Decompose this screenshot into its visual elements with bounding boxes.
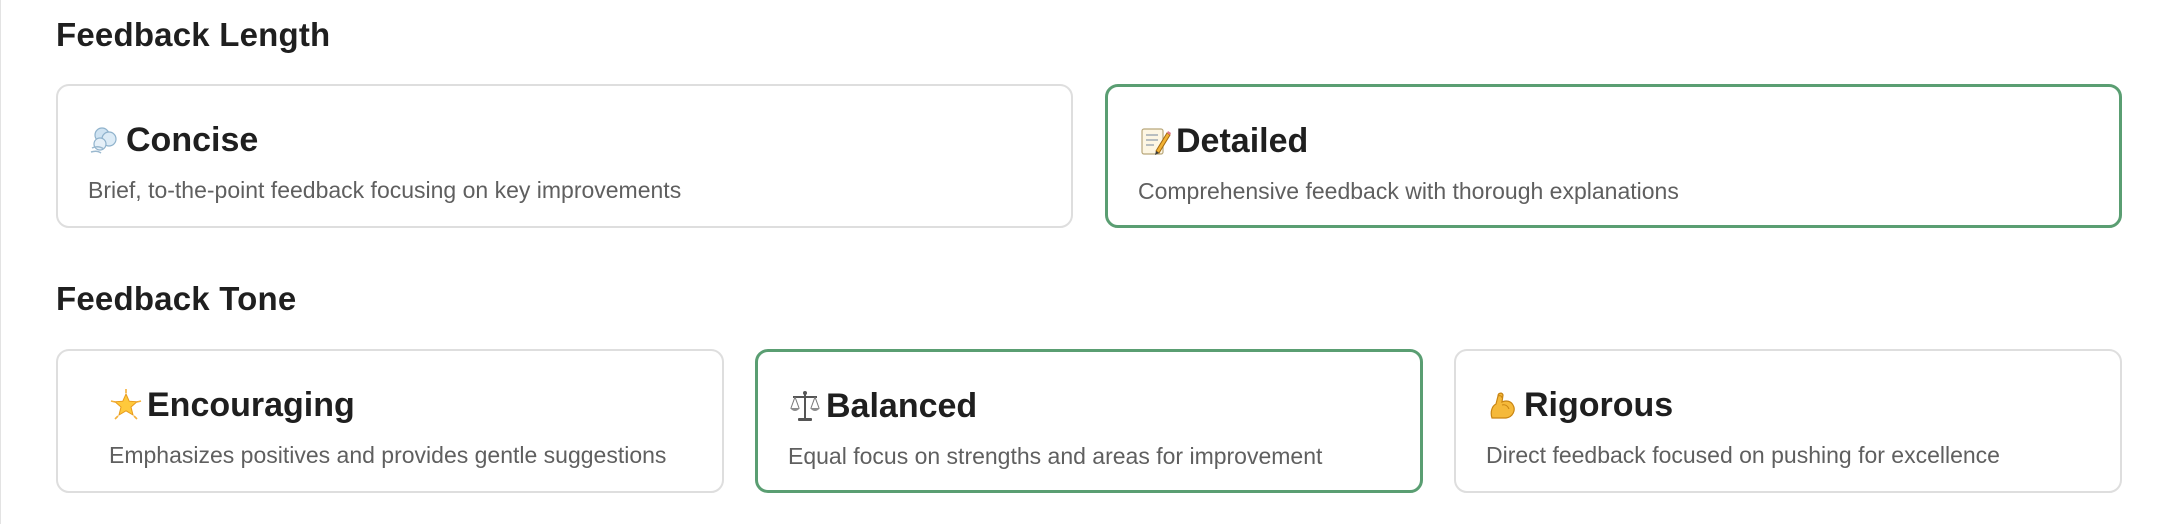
option-title: Concise	[126, 120, 259, 159]
balance-scale-icon	[788, 389, 822, 423]
feedback-length-heading: Feedback Length	[56, 16, 331, 53]
length-option-concise[interactable]: Concise Brief, to-the-point feedback foc…	[56, 84, 1073, 228]
option-header: Encouraging	[109, 383, 355, 427]
option-header: Balanced	[788, 384, 977, 428]
length-option-detailed[interactable]: Detailed Comprehensive feedback with tho…	[1105, 84, 2122, 228]
option-title: Detailed	[1176, 121, 1309, 160]
glowing-star-icon	[109, 388, 143, 422]
option-description: Direct feedback focused on pushing for e…	[1486, 442, 2000, 468]
flexed-biceps-icon	[1486, 388, 1520, 422]
option-header: Detailed	[1138, 119, 1308, 163]
feedback-tone-heading: Feedback Tone	[56, 280, 297, 317]
wind-puff-icon	[88, 123, 122, 157]
tone-option-rigorous[interactable]: Rigorous Direct feedback focused on push…	[1454, 349, 2122, 493]
memo-pencil-icon	[1138, 124, 1172, 158]
option-description: Equal focus on strengths and areas for i…	[788, 443, 1323, 469]
option-header: Concise	[88, 118, 258, 162]
tone-option-encouraging[interactable]: Encouraging Emphasizes positives and pro…	[56, 349, 724, 493]
option-description: Comprehensive feedback with thorough exp…	[1138, 178, 1679, 204]
option-title: Rigorous	[1524, 385, 1674, 424]
option-title: Encouraging	[147, 385, 355, 424]
option-header: Rigorous	[1486, 383, 1673, 427]
feedback-settings-panel: Feedback Length Concise Brief, to-the-po…	[0, 0, 2162, 524]
option-title: Balanced	[826, 386, 978, 425]
option-description: Brief, to-the-point feedback focusing on…	[88, 177, 682, 203]
tone-option-balanced[interactable]: Balanced Equal focus on strengths and ar…	[755, 349, 1423, 493]
option-description: Emphasizes positives and provides gentle…	[109, 442, 667, 468]
